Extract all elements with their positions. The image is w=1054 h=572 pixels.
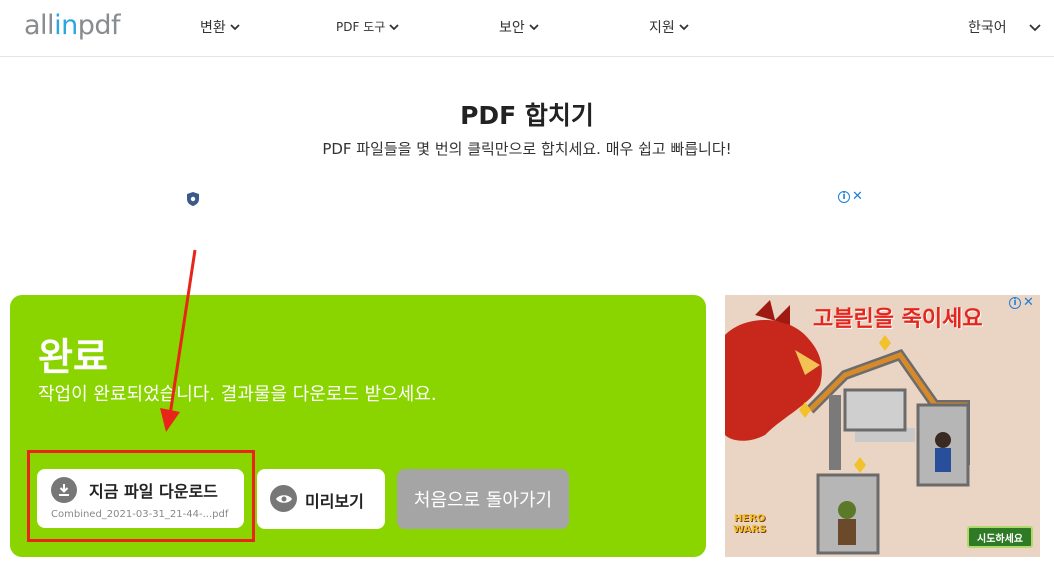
close-icon[interactable]: ✕ (1023, 296, 1034, 309)
ad-headline: 고블린을 죽이세요 (813, 307, 983, 332)
logo-part-pdf: pdf (77, 10, 121, 41)
ad-game-logo: HERO WARS (733, 513, 766, 535)
info-icon[interactable]: i (1009, 297, 1021, 309)
eye-icon (270, 485, 297, 512)
page-title: PDF 합치기 (460, 101, 594, 130)
result-message: 작업이 완료되었습니다. 결과물을 다운로드 받으세요. (38, 384, 437, 405)
info-icon[interactable]: i (838, 191, 850, 203)
chevron-down-icon (230, 24, 240, 31)
logo[interactable]: allinpdf (24, 10, 120, 41)
preview-label: 미리보기 (305, 492, 364, 511)
ad-cta-button[interactable]: 시도하세요 (967, 526, 1033, 548)
ad-choices[interactable]: i ✕ (1009, 296, 1034, 309)
page-subtitle: PDF 파일들을 몇 번의 클릭만으로 합치세요. 매우 쉽고 빠릅니다! (322, 140, 732, 158)
nav-convert[interactable]: 변환 (200, 17, 241, 37)
nav-pdf-tools-label: PDF 도구 (336, 20, 386, 34)
logo-part-all: all (24, 10, 55, 41)
close-icon[interactable]: ✕ (852, 190, 863, 203)
nav-security[interactable]: 보안 (499, 17, 540, 37)
ad-logo-line2: WARS (733, 524, 767, 535)
nav-support[interactable]: 지원 (649, 17, 690, 37)
chevron-down-icon[interactable] (1028, 20, 1042, 34)
ad-banner[interactable]: 고블린을 죽이세요 HERO WARS 시도하세요 i ✕ (725, 295, 1040, 557)
chevron-down-icon (529, 24, 539, 31)
logo-part-in: in (54, 10, 78, 41)
chevron-down-icon (389, 23, 399, 30)
ad-choices-top[interactable]: i ✕ (838, 190, 863, 203)
annotation-highlight-box (27, 450, 255, 542)
ad-logo-line1: HERO (733, 513, 766, 524)
nav-pdf-tools[interactable]: PDF 도구 (336, 18, 400, 35)
preview-button[interactable]: 미리보기 (257, 469, 385, 529)
chevron-down-icon (679, 24, 689, 31)
nav-support-label: 지원 (649, 20, 675, 36)
restart-button[interactable]: 처음으로 돌아가기 (397, 469, 569, 529)
nav-convert-label: 변환 (200, 20, 226, 36)
site-header: allinpdf 변환 PDF 도구 보안 지원 한국어 (0, 0, 1054, 57)
annotation-arrow (160, 249, 197, 432)
ad-artwork (725, 295, 1040, 557)
result-title: 완료 (38, 335, 108, 379)
nav-security-label: 보안 (499, 20, 525, 36)
language-selector[interactable]: 한국어 (968, 17, 1007, 37)
shield-icon (187, 192, 199, 206)
